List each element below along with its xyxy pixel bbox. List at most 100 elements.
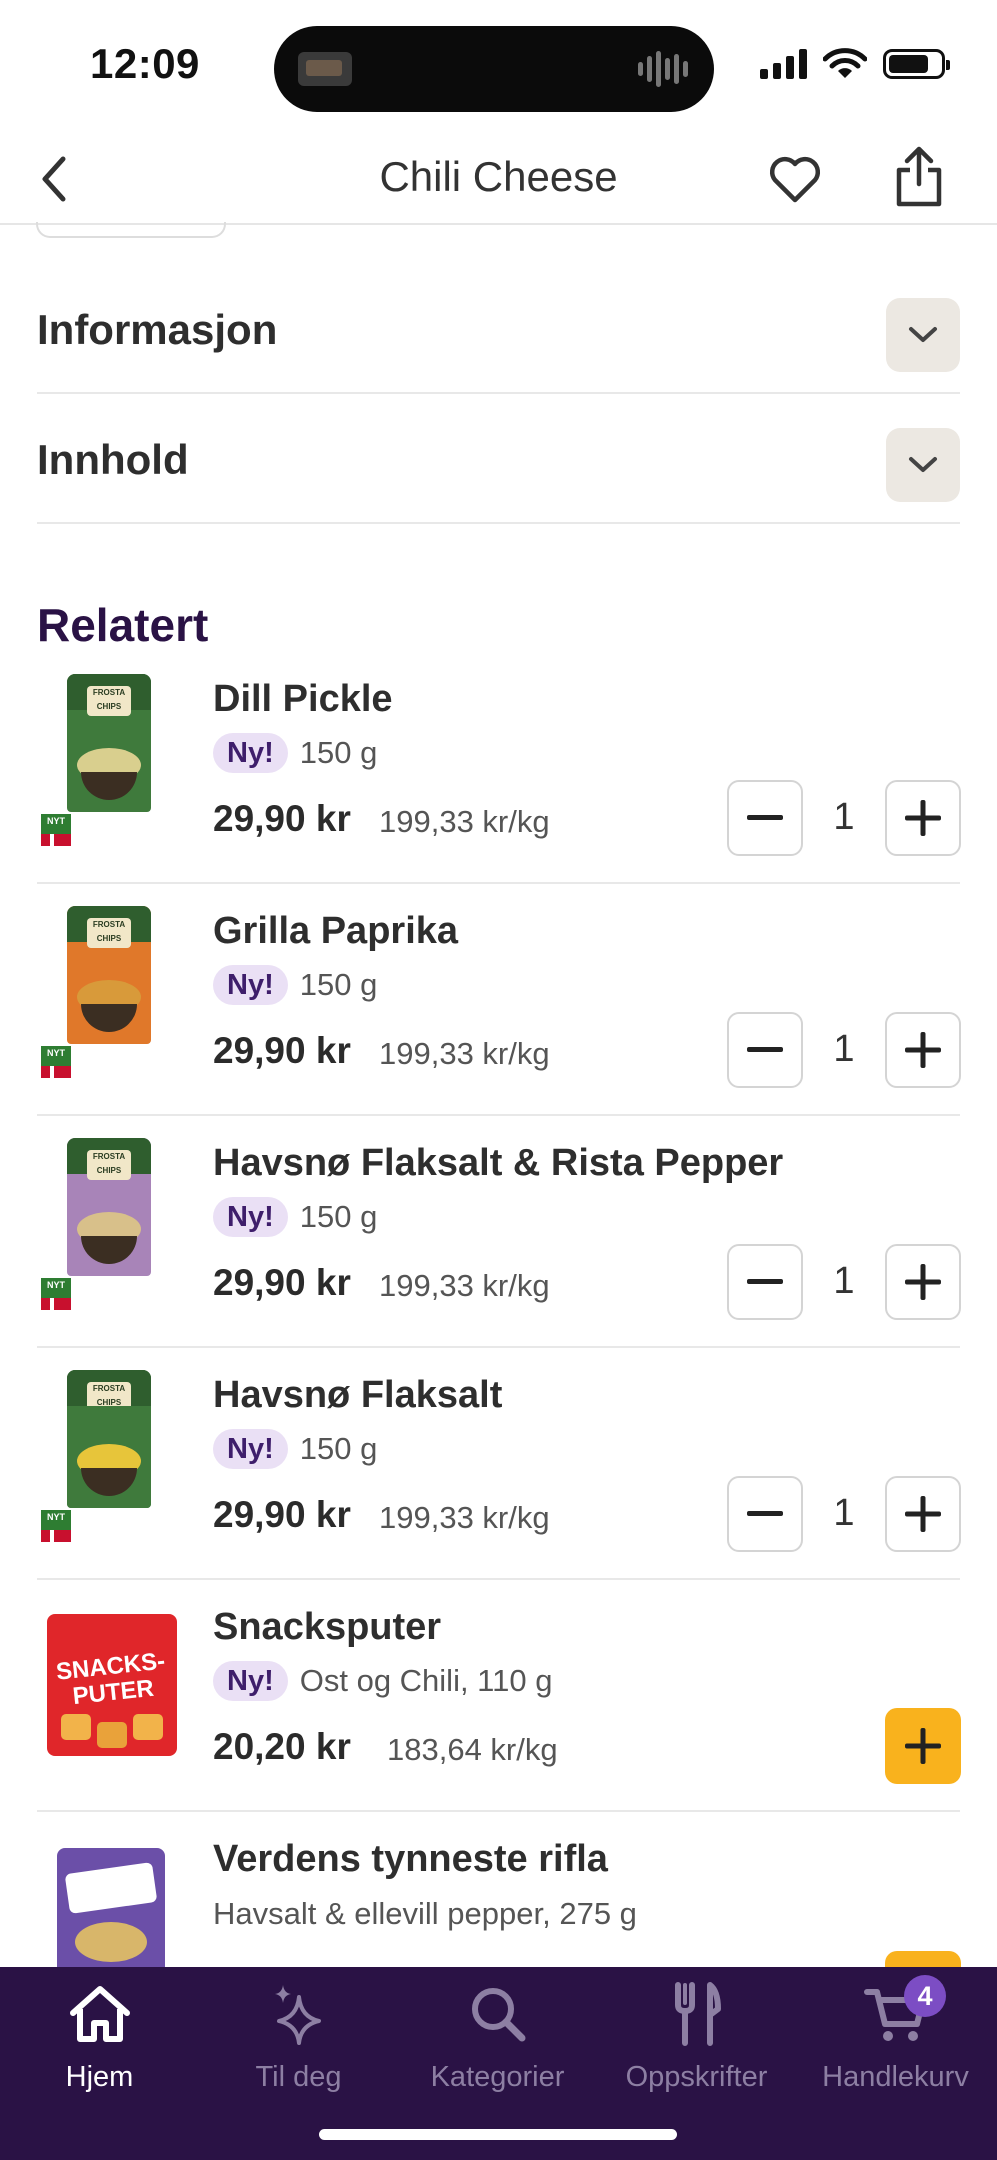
tab-handlekurv[interactable]: 4 Handlekurv	[796, 1967, 995, 2107]
accordion-toggle[interactable]	[886, 428, 960, 502]
accordion-innhold[interactable]: Innhold	[37, 394, 960, 524]
decrease-quantity-button[interactable]	[727, 1476, 803, 1552]
favorite-button[interactable]	[760, 145, 830, 215]
product-row[interactable]: FROSTA CHIPS NYT Havsnø Flaksalt & Rista…	[37, 1116, 961, 1348]
product-price: 20,20 kr	[213, 1726, 351, 1767]
product-image	[37, 1824, 187, 1967]
product-price: 29,90 kr	[213, 798, 351, 839]
utensils-icon	[674, 1982, 721, 2046]
tab-til-deg[interactable]: Til deg	[199, 1967, 398, 2107]
plus-icon	[905, 1728, 941, 1764]
nyt-norge-badge: NYT	[41, 1046, 71, 1078]
minus-icon	[747, 815, 783, 820]
plus-icon	[905, 1496, 941, 1532]
unit-price: 199,33 kr/kg	[379, 1500, 550, 1535]
product-row[interactable]: FROSTA CHIPS NYT Havsnø Flaksalt Ny! 150…	[37, 1348, 961, 1580]
now-playing-thumbnail	[298, 52, 352, 86]
status-bar: 12:09	[0, 0, 997, 135]
decrease-quantity-button[interactable]	[727, 780, 803, 856]
increase-quantity-button[interactable]	[885, 1244, 961, 1320]
share-button[interactable]	[884, 137, 954, 217]
new-badge: Ny!	[213, 1661, 288, 1701]
unit-price: 199,33 kr/kg	[379, 804, 550, 839]
product-name: Dill Pickle	[213, 678, 393, 720]
unit-price: 199,33 kr/kg	[379, 1268, 550, 1303]
unit-price: 199,33 kr/kg	[379, 1036, 550, 1071]
tab-kategorier[interactable]: Kategorier	[398, 1967, 597, 2107]
tab-oppskrifter[interactable]: Oppskrifter	[597, 1967, 796, 2107]
share-icon	[896, 146, 942, 207]
product-image: FROSTA CHIPS NYT	[37, 664, 187, 846]
tab-label: Handlekurv	[822, 2061, 969, 2093]
new-badge: Ny!	[213, 1429, 288, 1469]
product-price: 29,90 kr	[213, 1262, 351, 1303]
product-price: 29,90 kr	[213, 1030, 351, 1071]
unit-price: 183,64 kr/kg	[387, 1732, 558, 1767]
tab-label: Kategorier	[430, 2061, 565, 2093]
accordion-title: Innhold	[37, 436, 189, 483]
minus-icon	[747, 1511, 783, 1516]
add-to-cart-button[interactable]	[885, 1708, 961, 1784]
product-name: Grilla Paprika	[213, 910, 459, 952]
heart-icon	[769, 156, 821, 203]
product-size: 150 g	[299, 1431, 378, 1466]
increase-quantity-button[interactable]	[885, 1476, 961, 1552]
quantity-value: 1	[833, 796, 855, 838]
plus-icon	[905, 1264, 941, 1300]
previous-chip-edge	[36, 222, 226, 238]
tab-label: Hjem	[65, 2061, 134, 2093]
accordion-informasjon[interactable]: Informasjon	[37, 264, 960, 394]
home-icon	[69, 1986, 130, 2042]
product-row[interactable]: SNACKS- PUTER Snacksputer Ny! Ost og Chil…	[37, 1580, 961, 1812]
home-indicator	[319, 2129, 677, 2140]
product-row[interactable]: Verdens tynneste rifla Havsalt & ellevil…	[37, 1812, 960, 1967]
status-icons	[760, 48, 950, 80]
product-image: FROSTA CHIPS NYT	[37, 1360, 187, 1542]
product-size: Ost og Chili, 110 g	[299, 1663, 553, 1698]
minus-icon	[747, 1047, 783, 1052]
product-image: SNACKS- PUTER	[37, 1592, 187, 1772]
dynamic-island[interactable]	[274, 26, 714, 112]
search-icon	[471, 1988, 525, 2042]
nyt-norge-badge: NYT	[41, 814, 71, 846]
product-image: FROSTA CHIPS NYT	[37, 1128, 187, 1310]
product-size: 150 g	[299, 1199, 378, 1234]
product-image: FROSTA CHIPS NYT	[37, 896, 187, 1078]
plus-icon	[905, 800, 941, 836]
decrease-quantity-button[interactable]	[727, 1244, 803, 1320]
product-size: 150 g	[299, 967, 378, 1002]
product-price: 29,90 kr	[213, 1494, 351, 1535]
accordion-title: Informasjon	[37, 306, 278, 353]
plus-icon	[905, 1032, 941, 1068]
product-row[interactable]: FROSTA CHIPS NYT Dill Pickle Ny! 150 g 2…	[37, 652, 961, 884]
tab-label: Til deg	[255, 2061, 342, 2093]
status-time: 12:09	[90, 40, 200, 87]
minus-icon	[747, 1279, 783, 1284]
quantity-value: 1	[833, 1492, 855, 1534]
new-badge: Ny!	[213, 1197, 288, 1237]
tab-hjem[interactable]: Hjem	[0, 1967, 199, 2107]
chevron-down-icon	[909, 327, 937, 342]
nav-header: Chili Cheese	[0, 135, 997, 225]
decrease-quantity-button[interactable]	[727, 1012, 803, 1088]
section-title-related: Relatert	[37, 599, 209, 651]
new-badge: Ny!	[213, 733, 288, 773]
product-name: Snacksputer	[213, 1606, 442, 1648]
product-size: Havsalt & ellevill pepper, 275 g	[213, 1896, 637, 1931]
accordion-toggle[interactable]	[886, 298, 960, 372]
product-name: Havsnø Flaksalt & Rista Pepper	[213, 1142, 784, 1184]
tab-label: Oppskrifter	[625, 2061, 768, 2093]
nyt-norge-badge: NYT	[41, 1278, 71, 1310]
add-to-cart-button[interactable]	[885, 1951, 961, 1967]
audio-wave-icon	[638, 48, 690, 90]
product-name: Havsnø Flaksalt	[213, 1374, 503, 1416]
cart-count-badge: 4	[904, 1975, 946, 2017]
chevron-down-icon	[909, 457, 937, 472]
product-row[interactable]: FROSTA CHIPS NYT Grilla Paprika Ny! 150 …	[37, 884, 961, 1116]
cellular-signal-icon	[760, 49, 807, 79]
page-title: Chili Cheese	[379, 153, 618, 200]
nyt-norge-badge: NYT	[41, 1510, 71, 1542]
increase-quantity-button[interactable]	[885, 1012, 961, 1088]
wifi-icon	[823, 48, 867, 78]
increase-quantity-button[interactable]	[885, 780, 961, 856]
